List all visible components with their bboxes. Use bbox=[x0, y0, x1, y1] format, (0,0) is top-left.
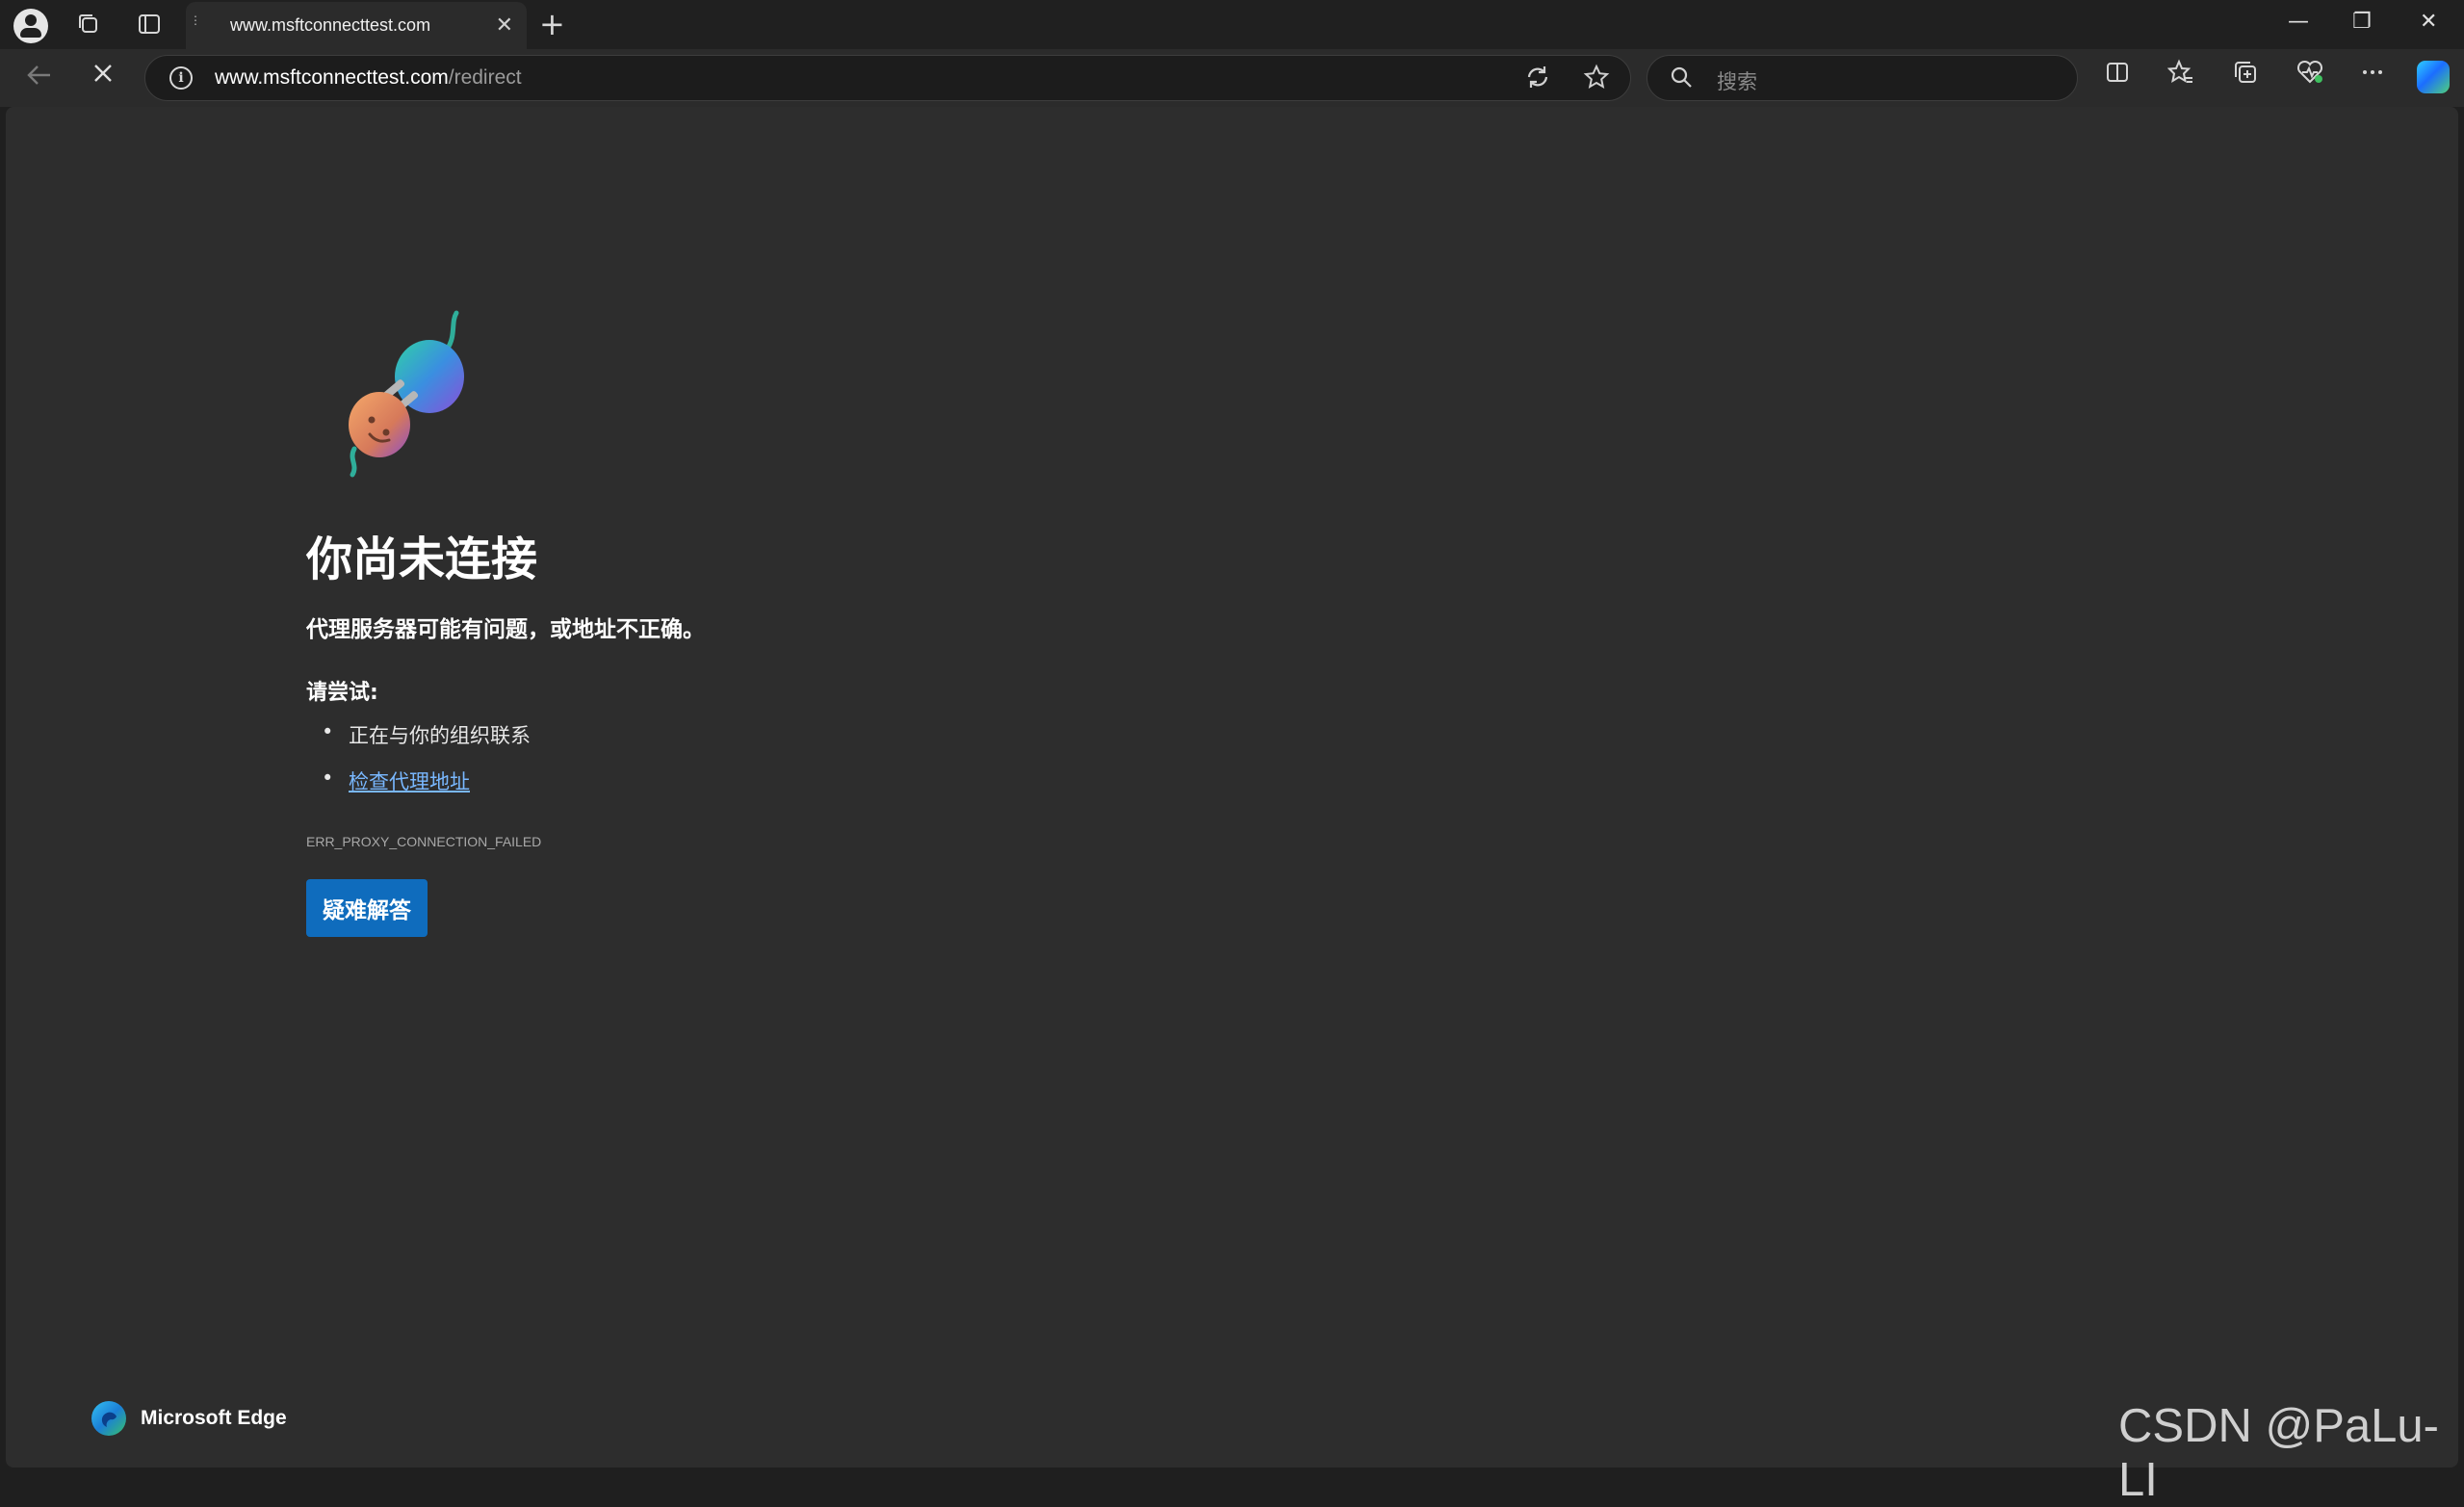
error-page: 你尚未连接 代理服务器可能有问题，或地址不正确。 请尝试: 正在与你的组织联系 … bbox=[6, 107, 2458, 1506]
address-bar[interactable]: i www.msftconnecttest.com/redirect bbox=[144, 55, 1631, 101]
try-label: 请尝试: bbox=[306, 681, 378, 705]
suggestion-check-proxy: 检查代理地址 bbox=[306, 766, 531, 813]
suggestion-contact-org: 正在与你的组织联系 bbox=[306, 720, 531, 766]
new-tab-button[interactable]: + bbox=[539, 6, 565, 42]
back-button[interactable] bbox=[25, 61, 54, 96]
stop-loading-button[interactable] bbox=[89, 59, 117, 95]
suggestion-list: 正在与你的组织联系 检查代理地址 bbox=[306, 720, 531, 813]
favorite-star-icon[interactable] bbox=[1583, 64, 1610, 97]
url-text[interactable]: www.msftconnecttest.com/redirect bbox=[215, 66, 522, 90]
tab-title: www.msftconnecttest.com bbox=[230, 15, 431, 35]
more-options-icon[interactable] bbox=[2359, 59, 2386, 92]
url-host: www.msftconnecttest.com bbox=[215, 66, 449, 89]
tab-close-icon[interactable]: ✕ bbox=[496, 13, 513, 38]
profile-avatar[interactable] bbox=[13, 9, 48, 43]
split-screen-icon[interactable] bbox=[2104, 59, 2131, 92]
error-code: ERR_PROXY_CONNECTION_FAILED bbox=[306, 834, 542, 849]
browser-essentials-icon[interactable] bbox=[2295, 59, 2324, 92]
disconnected-plug-icon bbox=[349, 310, 464, 478]
restore-button[interactable]: ❐ bbox=[2352, 10, 2372, 34]
page-title: 你尚未连接 bbox=[306, 533, 538, 586]
edge-branding: Microsoft Edge bbox=[91, 1400, 287, 1437]
search-placeholder: 搜索 bbox=[1717, 70, 1757, 93]
vertical-tabs-icon[interactable] bbox=[130, 5, 169, 43]
search-icon bbox=[1669, 65, 1694, 95]
favorites-icon[interactable] bbox=[2166, 59, 2194, 92]
translate-icon[interactable] bbox=[1524, 64, 1551, 97]
check-proxy-link[interactable]: 检查代理地址 bbox=[349, 770, 470, 793]
title-bar: ⋮ www.msftconnecttest.com ✕ + — ❐ ✕ bbox=[0, 0, 2464, 49]
edge-logo-icon bbox=[91, 1401, 126, 1436]
edge-brand-name: Microsoft Edge bbox=[141, 1407, 287, 1429]
navigation-toolbar: i www.msftconnecttest.com/redirect 搜索 bbox=[0, 49, 2464, 107]
troubleshoot-button[interactable]: 疑难解答 bbox=[306, 879, 428, 937]
search-box[interactable]: 搜索 bbox=[1647, 55, 2078, 101]
workspaces-icon[interactable] bbox=[69, 5, 108, 43]
active-tab[interactable]: ⋮ www.msftconnecttest.com ✕ bbox=[186, 2, 527, 49]
csdn-watermark: CSDN @PaLu-LI bbox=[2118, 1400, 2439, 1506]
loading-spinner-icon: ⋮ bbox=[190, 13, 201, 27]
site-info-icon[interactable]: i bbox=[169, 66, 193, 90]
window-close-button[interactable]: ✕ bbox=[2420, 10, 2437, 34]
url-path: /redirect bbox=[448, 66, 522, 89]
collections-icon[interactable] bbox=[2232, 59, 2259, 92]
minimize-button[interactable]: — bbox=[2288, 10, 2309, 34]
copilot-icon[interactable] bbox=[2417, 61, 2450, 93]
error-description: 代理服务器可能有问题，或地址不正确。 bbox=[306, 617, 705, 642]
